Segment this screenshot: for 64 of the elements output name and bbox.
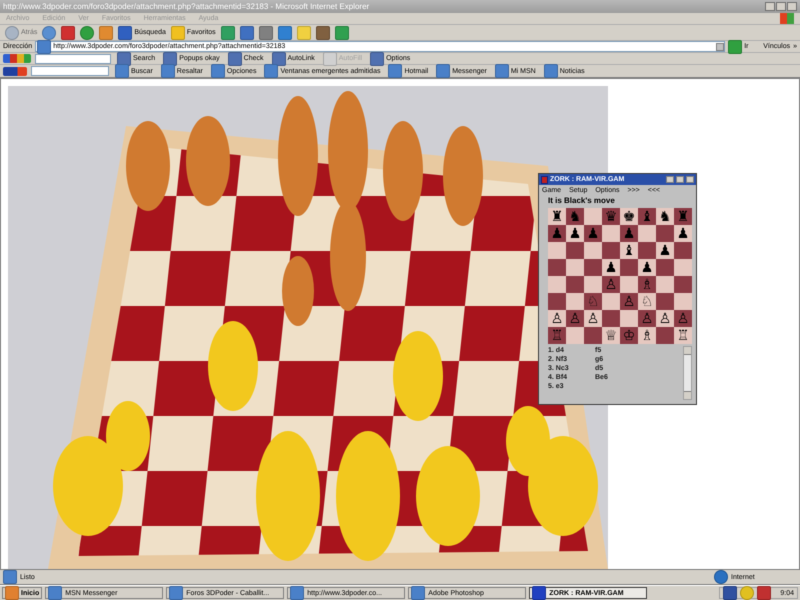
board-square[interactable] (602, 293, 620, 310)
board-square[interactable] (566, 276, 584, 293)
toolbar-icon (388, 64, 402, 78)
app-icon (48, 586, 62, 600)
board-square[interactable] (620, 259, 638, 276)
board-square[interactable] (548, 242, 566, 259)
window-title: http://www.3dpoder.com/foro3dpoder/attachment.php?attachmentid=32183 - Microsoft Internet Explorer (3, 2, 370, 10)
maximize-button[interactable] (776, 2, 786, 11)
google-search-field[interactable] (35, 54, 111, 64)
board-square[interactable] (566, 259, 584, 276)
toolbar-icon (436, 64, 450, 78)
board-square[interactable] (638, 242, 656, 259)
toolbar-icon (544, 64, 558, 78)
scrollbar[interactable] (683, 346, 692, 400)
close-button[interactable] (686, 176, 694, 183)
app-icon (541, 176, 548, 184)
toolbar-icon (160, 64, 175, 78)
board-square[interactable] (584, 208, 602, 225)
board-square[interactable] (674, 276, 692, 293)
toolbar-icon (322, 52, 337, 66)
toolbar-icon (370, 52, 384, 66)
board-square[interactable] (656, 225, 674, 242)
toolbar-icon (115, 64, 129, 78)
msn-search-field[interactable] (31, 66, 109, 76)
toolbar-icon (494, 64, 509, 78)
board-square[interactable] (548, 293, 566, 310)
board-square[interactable] (584, 327, 602, 344)
board-square[interactable] (674, 293, 692, 310)
board-square[interactable] (656, 327, 674, 344)
board-square[interactable] (656, 276, 674, 293)
board-square[interactable] (566, 293, 584, 310)
app-icon (169, 586, 184, 600)
toolbar-icon (264, 64, 278, 78)
board-square[interactable] (584, 276, 602, 293)
app-icon (411, 586, 426, 600)
minimize-button[interactable] (765, 2, 775, 11)
board-square[interactable] (674, 259, 692, 276)
board-square[interactable] (584, 242, 602, 259)
board-square[interactable] (656, 259, 674, 276)
board-square[interactable] (620, 310, 638, 327)
maximize-button[interactable] (676, 176, 684, 183)
msn-logo-icon (3, 66, 27, 76)
app-icon (532, 586, 546, 600)
board-square[interactable] (602, 242, 620, 259)
board-square[interactable] (548, 259, 566, 276)
board-square[interactable] (548, 276, 566, 293)
close-button[interactable] (787, 2, 797, 11)
google-logo-icon (3, 54, 31, 63)
board-square[interactable] (620, 276, 638, 293)
board-square[interactable] (656, 293, 674, 310)
board-square[interactable] (638, 225, 656, 242)
tray-icon (723, 586, 738, 600)
toolbar-icon (228, 52, 242, 66)
tray-icon (757, 586, 772, 600)
toolbar-icon (210, 64, 225, 78)
minimize-button[interactable] (666, 176, 674, 183)
app-icon (290, 586, 304, 600)
board-square[interactable] (566, 327, 584, 344)
board-square[interactable] (566, 242, 584, 259)
board-square[interactable] (674, 242, 692, 259)
status-text: It is Black's move (547, 195, 616, 207)
board-square[interactable] (584, 259, 602, 276)
board-square[interactable] (602, 225, 620, 242)
board-square[interactable] (602, 310, 620, 327)
